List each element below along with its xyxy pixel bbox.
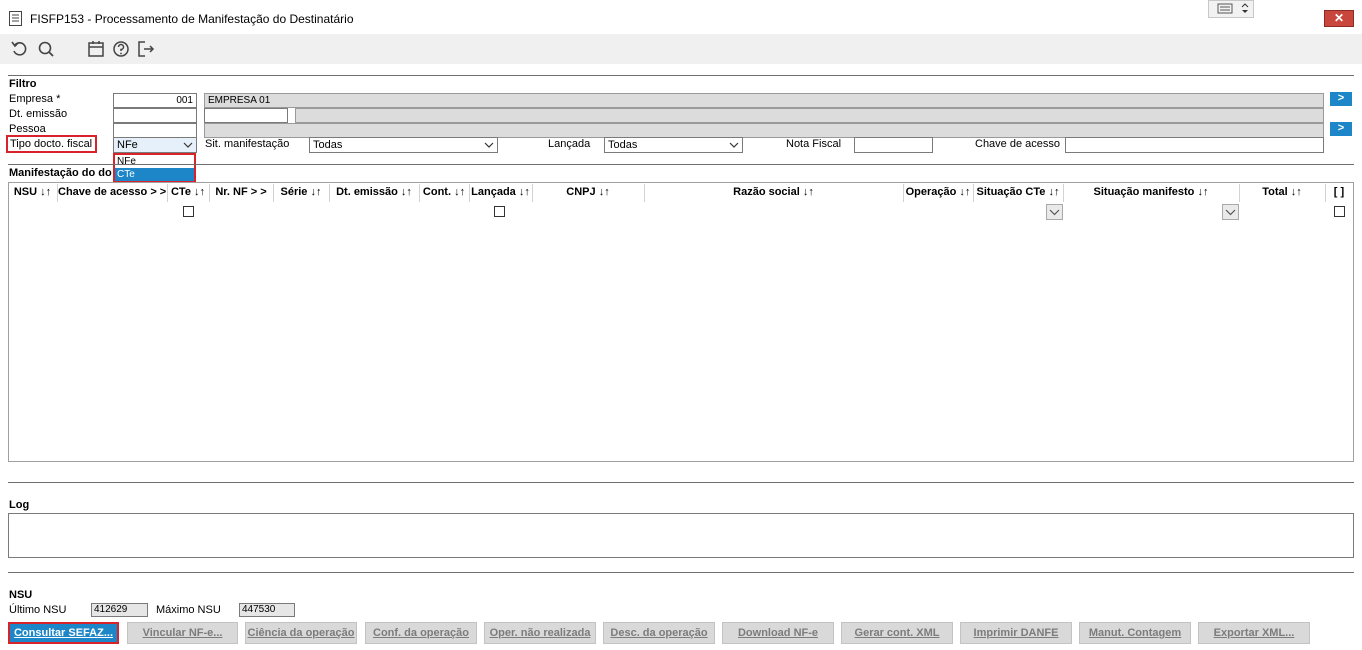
divider xyxy=(8,572,1354,573)
column-header-cont[interactable]: Cont. ↓↑ xyxy=(420,184,468,202)
column-header-nr-nf[interactable]: Nr. NF > > xyxy=(210,184,272,202)
tipo-docto-dropdown-list: NFe CTe xyxy=(113,153,196,183)
chave-acesso-label: Chave de acesso xyxy=(975,138,1060,150)
keyboard-icon[interactable] xyxy=(1208,0,1254,18)
search-icon[interactable] xyxy=(35,38,57,60)
ciencia-operacao-button[interactable]: Ciência da operação xyxy=(245,622,357,644)
pessoa-label: Pessoa xyxy=(9,123,46,135)
results-grid[interactable] xyxy=(8,182,1354,462)
chevron-down-icon xyxy=(484,142,494,148)
manut-contagem-button[interactable]: Manut. Contagem xyxy=(1079,622,1191,644)
help-icon[interactable] xyxy=(110,38,132,60)
sit-manifestacao-value: Todas xyxy=(313,139,343,151)
empresa-code-input[interactable]: 001 xyxy=(113,93,197,108)
empresa-label: Empresa * xyxy=(9,93,61,105)
column-header-situacao-manifesto[interactable]: Situação manifesto ↓↑ xyxy=(1064,184,1238,202)
pessoa-name-field xyxy=(204,123,1324,138)
tipo-docto-value: NFe xyxy=(117,139,138,151)
imprimir-danfe-button[interactable]: Imprimir DANFE xyxy=(960,622,1072,644)
log-textarea[interactable] xyxy=(8,513,1354,558)
empresa-name-field: EMPRESA 01 xyxy=(204,93,1324,108)
chevron-down-icon xyxy=(1225,209,1236,216)
nota-fiscal-label: Nota Fiscal xyxy=(786,138,842,150)
exportar-xml-button[interactable]: Exportar XML... xyxy=(1198,622,1310,644)
calendar-icon[interactable] xyxy=(85,38,107,60)
nota-fiscal-input[interactable] xyxy=(854,137,933,153)
maximo-nsu-label: Máximo NSU xyxy=(156,604,221,616)
chevron-down-icon xyxy=(183,142,193,148)
consultar-sefaz-button[interactable]: Consultar SEFAZ... xyxy=(8,622,119,644)
empresa-lookup-button[interactable]: > xyxy=(1330,92,1352,106)
dropdown-option-cte[interactable]: CTe xyxy=(115,168,194,181)
undo-icon[interactable] xyxy=(9,38,31,60)
column-header-chave-acesso[interactable]: Chave de acesso > > xyxy=(58,184,166,202)
lancada-filter-checkbox[interactable] xyxy=(494,206,505,217)
column-header-cte[interactable]: CTe ↓↑ xyxy=(168,184,208,202)
column-header-total[interactable]: Total ↓↑ xyxy=(1240,184,1324,202)
situacao-manifesto-filter-select[interactable] xyxy=(1222,204,1239,220)
column-header-lancada[interactable]: Lançada ↓↑ xyxy=(470,184,531,202)
window-title: FISFP153 - Processamento de Manifestação… xyxy=(30,12,354,26)
desc-operacao-button[interactable]: Desc. da operação xyxy=(603,622,715,644)
ultimo-nsu-label: Último NSU xyxy=(9,604,67,616)
situacao-cte-filter-select[interactable] xyxy=(1046,204,1063,220)
document-icon xyxy=(9,11,22,26)
column-header-serie[interactable]: Série ↓↑ xyxy=(274,184,328,202)
column-header-select-all[interactable]: [ ] xyxy=(1326,184,1352,202)
tipo-docto-select[interactable]: NFe xyxy=(113,137,197,153)
close-button[interactable]: ✕ xyxy=(1324,10,1354,27)
tipo-docto-label: Tipo docto. fiscal xyxy=(6,135,97,153)
pessoa-input[interactable] xyxy=(113,123,197,138)
dropdown-option-nfe[interactable]: NFe xyxy=(115,155,194,168)
divider xyxy=(8,75,1354,76)
column-header-situacao-cte[interactable]: Situação CTe ↓↑ xyxy=(974,184,1062,202)
oper-nao-realizada-button[interactable]: Oper. não realizada xyxy=(484,622,596,644)
column-header-dt-emissao[interactable]: Dt. emissão ↓↑ xyxy=(330,184,418,202)
column-header-cnpj[interactable]: CNPJ ↓↑ xyxy=(533,184,643,202)
dt-emissao-start-input[interactable] xyxy=(113,108,197,123)
chave-acesso-input[interactable] xyxy=(1065,137,1324,153)
lancada-select[interactable]: Todas xyxy=(604,137,743,153)
pessoa-lookup-button[interactable]: > xyxy=(1330,122,1352,136)
dt-emissao-label: Dt. emissão xyxy=(9,108,68,120)
column-header-nsu[interactable]: NSU ↓↑ xyxy=(10,184,55,202)
toolbar xyxy=(0,34,1362,64)
conf-operacao-button[interactable]: Conf. da operação xyxy=(365,622,477,644)
lancada-value: Todas xyxy=(608,139,638,151)
gerar-cont-xml-button[interactable]: Gerar cont. XML xyxy=(841,622,953,644)
nsu-section-label: NSU xyxy=(9,589,33,601)
sit-manifestacao-label: Sit. manifestação xyxy=(205,138,290,150)
column-header-razao-social[interactable]: Razão social ↓↑ xyxy=(645,184,902,202)
cte-filter-checkbox[interactable] xyxy=(183,206,194,217)
dt-emissao-spacer xyxy=(295,108,1324,123)
column-header-operacao[interactable]: Operação ↓↑ xyxy=(904,184,972,202)
divider xyxy=(8,164,1354,165)
chevron-down-icon xyxy=(729,142,739,148)
ultimo-nsu-value: 412629 xyxy=(91,603,148,617)
maximo-nsu-value: 447530 xyxy=(239,603,295,617)
filtro-section-label: Filtro xyxy=(9,78,37,90)
log-section-label: Log xyxy=(9,499,30,511)
download-nfe-button[interactable]: Download NF-e xyxy=(722,622,834,644)
chevron-down-icon xyxy=(1049,209,1060,216)
sit-manifestacao-select[interactable]: Todas xyxy=(309,137,498,153)
grid-section-label: Manifestação do do xyxy=(9,167,112,179)
select-all-checkbox[interactable] xyxy=(1334,206,1345,217)
exit-icon[interactable] xyxy=(135,38,157,60)
vincular-nfe-button[interactable]: Vincular NF-e... xyxy=(127,622,238,644)
divider xyxy=(8,482,1354,483)
dt-emissao-end-input[interactable] xyxy=(204,108,288,123)
lancada-label: Lançada xyxy=(548,138,591,150)
